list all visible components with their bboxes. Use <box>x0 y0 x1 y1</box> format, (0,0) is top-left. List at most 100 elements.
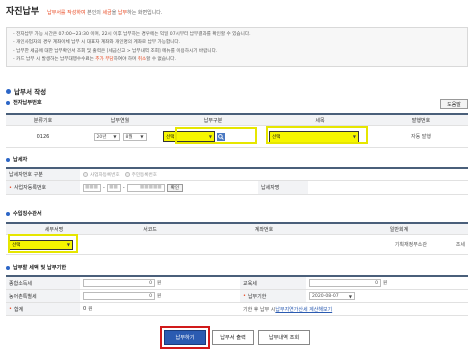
header-account-number: 계좌번호 <box>198 224 330 234</box>
month-select[interactable]: 8월 ▼ <box>122 132 147 141</box>
due-date-select[interactable]: 2020-08-07 ▼ <box>309 292 355 300</box>
desc-highlight-1: 납부서를 작성하여 <box>47 10 86 16</box>
bizno-part-2[interactable]: ■■ <box>106 183 121 192</box>
table-header-row: 세무서명 서코드 계좌번호 일반회계 <box>6 224 468 235</box>
notice-highlight: 추가 부담 <box>95 57 114 63</box>
income-tax-cell: 0원 <box>80 277 240 289</box>
late-fee-calculator-link[interactable]: 납부지연가산세 계산해보기 <box>275 306 332 313</box>
late-fee-note-text: 기한 후 납부 시 <box>243 306 276 313</box>
due-date-label: 납부기한 <box>240 290 306 302</box>
unit-label: 원 <box>88 307 93 312</box>
chevron-down-icon: ▼ <box>113 134 117 139</box>
bullet-icon <box>6 100 10 105</box>
chevron-down-icon: ▼ <box>352 134 356 139</box>
desc-highlight-2: 세금 <box>102 10 112 16</box>
search-button[interactable] <box>217 132 225 141</box>
classification-code: 0126 <box>36 133 50 140</box>
table-row: 농어촌특별세 0원 납부기한 2020-08-07 ▼ <box>6 290 468 303</box>
payment-history-button[interactable]: 납부내역 조회 <box>258 330 310 345</box>
notice-item: - 납부한 세금에 대한 납부확인서 조회 및 출력은 [세금신고 > 납부내역… <box>13 48 218 54</box>
notice-text: 전자납부 가능 시간은 07:00~23:30 이며, 22시 이후 납부하는 … <box>16 32 251 37</box>
table-header-row: 분류기호 납부연월 납부구분 세목 발행번호 <box>6 115 468 126</box>
education-tax-label: 교육세 <box>240 277 306 289</box>
account-number-cell <box>198 235 330 254</box>
section-title: 전자납부번호 <box>13 100 42 106</box>
due-date-cell: 2020-08-07 ▼ <box>306 290 468 302</box>
total-value: 0 <box>83 306 87 312</box>
account-type: 조세 <box>455 242 465 248</box>
print-bill-button[interactable]: 납부서 출력 <box>212 330 254 345</box>
section-title: 납세자 <box>13 157 28 163</box>
unit-label: 원 <box>383 281 388 286</box>
payment-type-select[interactable]: 선택 ▼ <box>163 131 215 142</box>
radio-label: 사업자등록번호 <box>90 172 120 178</box>
bullet-icon <box>6 265 10 270</box>
income-tax-label: 종합소득세 <box>6 277 80 289</box>
radio-business[interactable]: 사업자등록번호 <box>83 172 120 178</box>
header-office-name: 세무서명 <box>6 224 102 234</box>
notice-item: - 개인사업자의 경우 계좌이체 납부 시 대표자 계좌와 개인명의 계좌로 납… <box>13 40 181 46</box>
electronic-number-table: 분류기호 납부연월 납부구분 세목 발행번호 0126 20년 ▼ 8월 ▼ 선택 ▼… <box>6 113 468 148</box>
tax-item-value: 선택 <box>272 134 281 140</box>
header-office-code: 서코드 <box>102 224 198 234</box>
desc-highlight-3: 납부 <box>117 10 128 16</box>
late-fee-note: 기한 후 납부 시 납부지연가산세 계산해보기 <box>240 303 468 315</box>
office-select[interactable]: 선택 ▼ <box>9 239 73 250</box>
bullet-icon <box>6 211 10 216</box>
notice-item: - 전자납부 가능 시간은 07:00~23:30 이며, 22시 이후 납부하… <box>13 32 251 37</box>
table-row: 0126 20년 ▼ 8월 ▼ 선택 ▼ 선택 ▼ 자동 발행 <box>6 126 468 148</box>
notice-box: - 전자납부 가능 시간은 07:00~23:30 이며, 22시 이후 납부하… <box>6 27 468 67</box>
section-heading-electronic: 전자납부번호 <box>6 99 42 106</box>
total-cell: 0원 <box>80 303 240 315</box>
payment-type-cell: 선택 ▼ <box>160 126 266 147</box>
tax-item-select[interactable]: 선택 ▼ <box>269 130 359 143</box>
section-heading-form: 납부서 작성 <box>6 86 46 96</box>
office-name-cell: 선택 ▼ <box>6 235 102 254</box>
notice-text: 할 수 없습니다. <box>146 57 176 63</box>
due-date-value: 2020-08-07 <box>312 293 339 299</box>
tax-item-cell: 선택 ▼ <box>266 126 374 147</box>
chevron-down-icon: ▼ <box>208 134 212 139</box>
section-title: 납부서 작성 <box>14 88 47 96</box>
bizno-cell: ■■■ - ■■ - ■■■■■ 확인 <box>80 181 258 194</box>
rural-tax-input[interactable]: 0 <box>83 292 155 300</box>
bizno-part-3[interactable]: ■■■■■ <box>126 183 165 192</box>
income-tax-input[interactable]: 0 <box>83 279 155 287</box>
education-tax-input[interactable]: 0 <box>309 279 381 287</box>
month-value: 8월 <box>125 134 133 140</box>
notice-text: 개인사업자의 경우 계좌이체 납부 시 대표자 계좌와 개인명의 계좌로 납부 … <box>16 40 181 46</box>
radio-label: 주민등록번호 <box>131 172 157 178</box>
bullet-icon <box>6 88 11 94</box>
header-year-month: 납부연월 <box>80 115 160 125</box>
taxpayer-name-label: 납세자명 <box>258 181 308 194</box>
chevron-down-icon: ▼ <box>140 134 144 139</box>
dash: - <box>103 184 105 191</box>
desc-text-1: 본인의 <box>85 10 103 16</box>
notice-item: - 카드 납부 시 발생하는 납부대행수수료는 추가 부담하여야 하며 취소할 … <box>13 57 176 63</box>
page-title: 자진납부 <box>6 7 40 17</box>
search-icon <box>218 133 224 140</box>
year-month-cell: 20년 ▼ 8월 ▼ <box>80 126 160 147</box>
year-select[interactable]: 20년 ▼ <box>93 132 120 141</box>
header-tax-item: 세목 <box>266 115 374 125</box>
header-payment-type: 납부구분 <box>160 115 266 125</box>
unit-label: 원 <box>157 281 162 286</box>
bullet-icon <box>6 157 10 162</box>
radio-circle <box>83 172 88 177</box>
help-button[interactable]: 도움말 <box>440 99 468 109</box>
bizno-part-1[interactable]: ■■■ <box>83 183 101 192</box>
pay-button[interactable]: 납부하기 <box>164 330 206 345</box>
account-holder: 기획재정부소관 <box>394 242 427 248</box>
rural-tax-cell: 0원 <box>80 290 240 302</box>
section-heading-taxpayer: 납세자 <box>6 156 27 163</box>
section-heading-amount: 납부할 세액 및 납부기한 <box>6 264 66 271</box>
total-label: 합계 <box>6 303 80 315</box>
office-select-value: 선택 <box>12 242 21 248</box>
chevron-down-icon: ▼ <box>348 293 352 299</box>
section-title: 납부할 세액 및 납부기한 <box>13 265 67 271</box>
title-row: 자진납부 납부서를 작성하여 본인의 세금을 납부하는 화면입니다. <box>6 4 163 17</box>
bizno-label: 사업자등록번호 <box>6 181 80 194</box>
radio-resident[interactable]: 주민등록번호 <box>124 172 157 178</box>
confirm-button[interactable]: 확인 <box>166 183 184 192</box>
header-classification: 분류기호 <box>6 115 80 125</box>
